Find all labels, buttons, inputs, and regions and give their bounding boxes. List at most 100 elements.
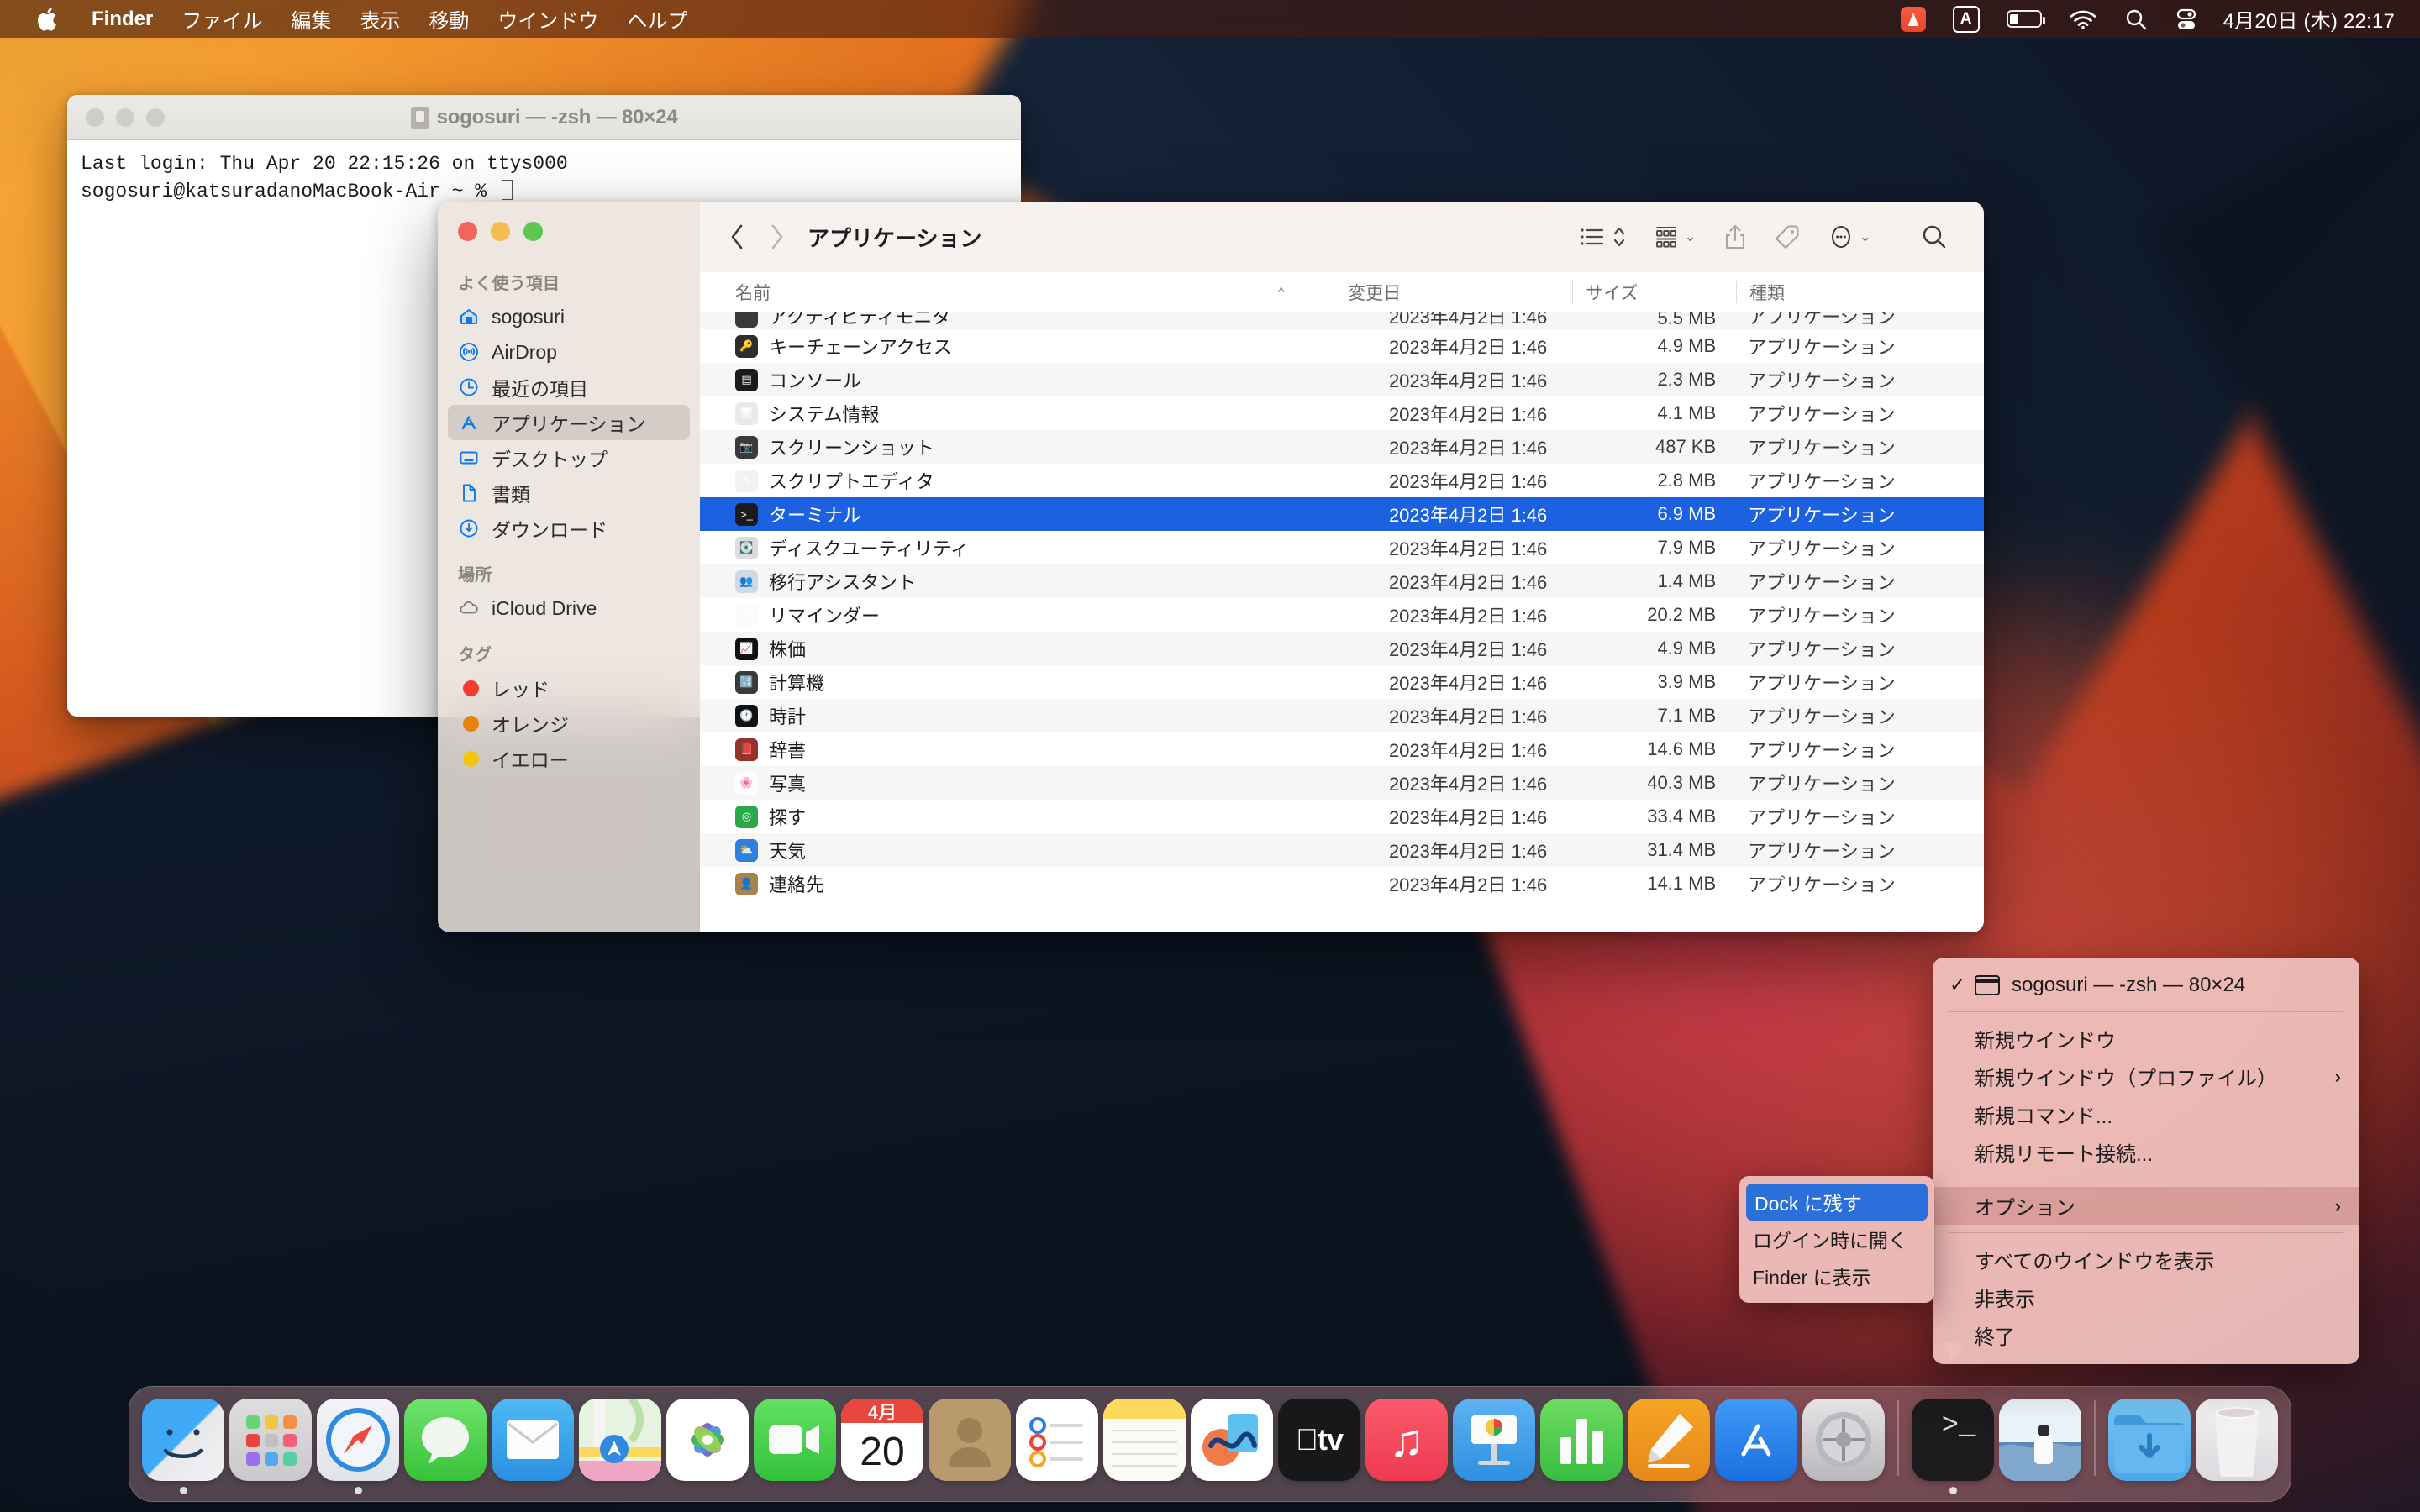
apple-tv-icon[interactable]: tv	[1278, 1399, 1360, 1481]
table-row[interactable]: 👤 連絡先 2023年4月2日 1:46 14.1 MB アプリケーション	[700, 867, 1984, 900]
menu-app-name[interactable]: Finder	[77, 0, 167, 38]
menu-bar-clock[interactable]: 4月20日 (木) 22:17	[2212, 4, 2400, 34]
table-row[interactable]: 👥 移行アシスタント 2023年4月2日 1:46 1.4 MB アプリケーション	[700, 564, 1984, 598]
table-row[interactable]: 🔑 キーチェーンアクセス 2023年4月2日 1:46 4.9 MB アプリケーション	[700, 329, 1984, 363]
dock-item-preview-image[interactable]	[1998, 1399, 2082, 1494]
dock-options-submenu[interactable]: Dock に残す ログイン時に開く Finder に表示	[1739, 1176, 1934, 1303]
numbers-icon[interactable]	[1540, 1399, 1623, 1481]
vlc-icon[interactable]	[1887, 0, 1939, 38]
apple-menu[interactable]	[22, 0, 77, 38]
context-menu-item-options[interactable]: オプション ›	[1933, 1187, 2360, 1225]
forward-button[interactable]	[757, 218, 796, 256]
preview-image-icon[interactable]	[1999, 1399, 2081, 1481]
finder-icon[interactable]	[142, 1399, 224, 1481]
sidebar-item-sogosuri[interactable]: sogosuri	[448, 299, 690, 334]
dock-item-maps[interactable]	[578, 1399, 662, 1494]
battery-icon[interactable]	[1993, 0, 2055, 38]
control-center-icon[interactable]	[2161, 0, 2212, 38]
wifi-icon[interactable]	[2055, 0, 2111, 38]
dock-item-contacts[interactable]	[928, 1399, 1012, 1494]
menu-item-edit[interactable]: 編集	[276, 0, 345, 38]
terminal-icon[interactable]: >_	[1912, 1399, 1994, 1481]
menu-item-window[interactable]: ウインドウ	[483, 0, 613, 38]
terminal-minimize-button[interactable]	[116, 108, 134, 127]
tag-icon[interactable]	[1760, 218, 1814, 256]
more-actions-icon[interactable]: ⌄	[1814, 218, 1885, 256]
dock-item-launchpad[interactable]	[229, 1399, 313, 1494]
safari-icon[interactable]	[317, 1399, 399, 1481]
reminders-icon[interactable]	[1016, 1399, 1098, 1481]
table-row[interactable]: 🖥 システム情報 2023年4月2日 1:46 4.1 MB アプリケーション	[700, 396, 1984, 430]
table-row[interactable]: 🌸 写真 2023年4月2日 1:46 40.3 MB アプリケーション	[700, 766, 1984, 800]
dock-item-trash[interactable]	[2195, 1399, 2279, 1494]
context-menu-item-quit[interactable]: 終了	[1933, 1316, 2360, 1354]
table-row[interactable]: 📷 スクリーンショット 2023年4月2日 1:46 487 KB アプリケーション	[700, 430, 1984, 464]
facetime-icon[interactable]	[754, 1399, 836, 1481]
context-menu-item-new-remote-connection[interactable]: 新規リモート接続...	[1933, 1133, 2360, 1171]
freeform-icon[interactable]	[1191, 1399, 1273, 1481]
submenu-item-open-at-login[interactable]: ログイン時に開く	[1739, 1221, 1934, 1257]
maps-icon[interactable]	[579, 1399, 661, 1481]
column-header-name[interactable]: 名前	[735, 272, 1334, 312]
photos-icon[interactable]	[666, 1399, 749, 1481]
sidebar-item-downloads[interactable]: ダウンロード	[448, 511, 690, 546]
dock-item-mail[interactable]	[491, 1399, 575, 1494]
downloads-folder-icon[interactable]	[2108, 1399, 2191, 1481]
sidebar-item-icloud-drive[interactable]: iCloud Drive	[448, 591, 690, 626]
finder-minimize-button[interactable]	[491, 222, 510, 241]
sidebar-item-desktop[interactable]: デスクトップ	[448, 440, 690, 475]
table-row[interactable]: ▤ コンソール 2023年4月2日 1:46 2.3 MB アプリケーション	[700, 363, 1984, 396]
table-row[interactable]: ⛅ 天気 2023年4月2日 1:46 31.4 MB アプリケーション	[700, 833, 1984, 867]
dock-item-finder[interactable]	[141, 1399, 225, 1494]
menu-item-file[interactable]: ファイル	[167, 0, 276, 38]
sidebar-item-documents[interactable]: 書類	[448, 475, 690, 511]
table-row-partial[interactable]: アクティビティモニタ 2023年4月2日 1:46 5.5 MB アプリケーショ…	[700, 312, 1984, 329]
dock-item-safari[interactable]	[316, 1399, 400, 1494]
messages-icon[interactable]	[404, 1399, 487, 1481]
dock-item-app-store[interactable]	[1714, 1399, 1798, 1494]
share-icon[interactable]	[1710, 218, 1760, 256]
contacts-icon[interactable]	[929, 1399, 1011, 1481]
context-menu-window-entry[interactable]: ✓ sogosuri — -zsh — 80×24	[1933, 966, 2360, 1004]
column-header-date[interactable]: 変更日	[1334, 272, 1572, 312]
dock-context-menu[interactable]: ✓ sogosuri — -zsh — 80×24 新規ウインドウ 新規ウインド…	[1933, 958, 2360, 1364]
table-row[interactable]: ✎ スクリプトエディタ 2023年4月2日 1:46 2.8 MB アプリケーション	[700, 464, 1984, 497]
menu-item-go[interactable]: 移動	[414, 0, 483, 38]
dock-item-pages[interactable]	[1627, 1399, 1711, 1494]
terminal-close-button[interactable]	[86, 108, 104, 127]
dock-item-calendar[interactable]: 4月 20	[840, 1399, 924, 1494]
finder-close-button[interactable]	[458, 222, 477, 241]
notes-icon[interactable]	[1103, 1399, 1186, 1481]
back-button[interactable]	[718, 218, 757, 256]
mail-icon[interactable]	[492, 1399, 574, 1481]
submenu-item-keep-in-dock[interactable]: Dock に残す	[1746, 1184, 1928, 1221]
spotlight-search-icon[interactable]	[2111, 0, 2161, 38]
table-row[interactable]: ☰ リマインダー 2023年4月2日 1:46 20.2 MB アプリケーション	[700, 598, 1984, 632]
input-source-icon[interactable]: A	[1939, 0, 1993, 38]
sidebar-item-tag-orange[interactable]: オレンジ	[448, 706, 690, 741]
context-menu-item-new-window[interactable]: 新規ウインドウ	[1933, 1020, 2360, 1058]
search-icon[interactable]	[1885, 218, 1962, 256]
dock-item-music[interactable]: ♫	[1365, 1399, 1449, 1494]
list-view-icon[interactable]	[1565, 218, 1639, 256]
sidebar-item-tag-yellow[interactable]: イエロー	[448, 741, 690, 776]
terminal-zoom-button[interactable]	[146, 108, 165, 127]
pages-icon[interactable]	[1628, 1399, 1710, 1481]
menu-item-view[interactable]: 表示	[345, 0, 414, 38]
column-header-kind[interactable]: 種類	[1736, 272, 1984, 312]
dock-item-messages[interactable]	[403, 1399, 487, 1494]
table-row[interactable]: 💽 ディスクユーティリティ 2023年4月2日 1:46 7.9 MB アプリケーション	[700, 531, 1984, 564]
table-row[interactable]: 📈 株価 2023年4月2日 1:46 4.9 MB アプリケーション	[700, 632, 1984, 665]
context-menu-item-show-all-windows[interactable]: すべてのウインドウを表示	[1933, 1241, 2360, 1278]
dock-item-system-settings[interactable]	[1802, 1399, 1886, 1494]
dock-item-keynote[interactable]	[1452, 1399, 1536, 1494]
keynote-icon[interactable]	[1453, 1399, 1535, 1481]
trash-icon[interactable]	[2196, 1399, 2278, 1481]
system-settings-icon[interactable]	[1802, 1399, 1885, 1481]
group-by-icon[interactable]: ⌄	[1639, 218, 1710, 256]
dock-item-terminal[interactable]: >_	[1911, 1399, 1995, 1494]
dock-item-reminders[interactable]	[1015, 1399, 1099, 1494]
table-row[interactable]: 🔢 計算機 2023年4月2日 1:46 3.9 MB アプリケーション	[700, 665, 1984, 699]
dock-item-numbers[interactable]	[1539, 1399, 1623, 1494]
table-row[interactable]: 📕 辞書 2023年4月2日 1:46 14.6 MB アプリケーション	[700, 732, 1984, 766]
